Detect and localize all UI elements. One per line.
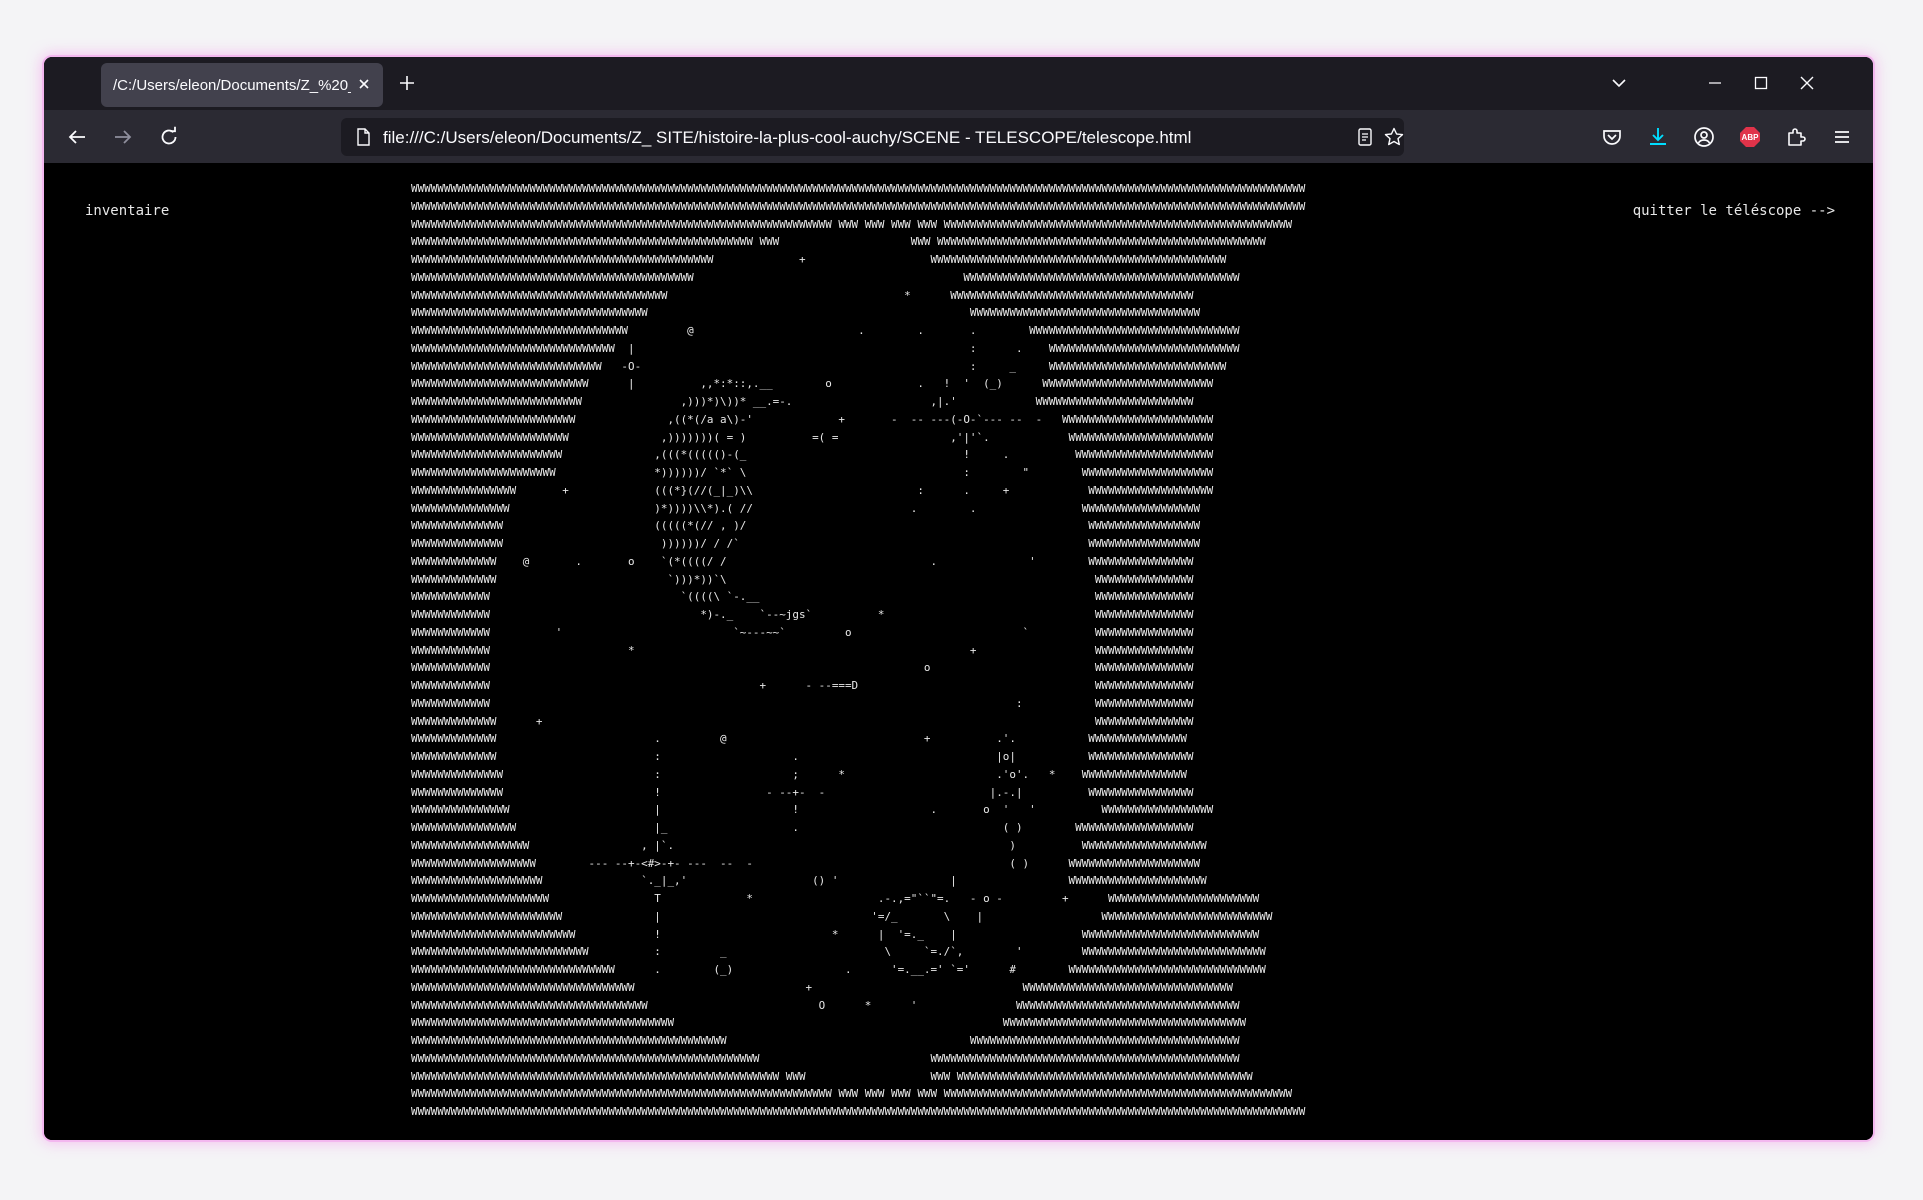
telescope-ascii-art: WWWWWWWWWWWWWWWWWWWWWWWWWWWWWWWWWWWWWWWW… [411, 182, 1306, 1118]
quit-telescope-link[interactable]: quitter le téléscope --> [1633, 203, 1835, 219]
navigation-toolbar: file:///C:/Users/eleon/Documents/Z_ SITE… [44, 110, 1873, 163]
new-tab-plus-icon[interactable] [396, 72, 418, 94]
tab-title: /C:/Users/eleon/Documents/Z_%20_SITE [113, 76, 351, 94]
adblock-label: ABP [1742, 133, 1760, 142]
back-icon[interactable] [65, 125, 89, 149]
close-window-icon[interactable] [1796, 72, 1818, 94]
forward-icon[interactable] [111, 125, 135, 149]
extensions-icon[interactable] [1784, 125, 1808, 149]
account-icon[interactable] [1692, 125, 1716, 149]
close-icon[interactable] [355, 75, 373, 93]
url-text[interactable]: file:///C:/Users/eleon/Documents/Z_ SITE… [383, 128, 1191, 148]
reload-icon[interactable] [157, 125, 181, 149]
menu-icon[interactable] [1830, 125, 1854, 149]
bookmark-star-icon[interactable] [1383, 126, 1405, 148]
list-all-tabs-chevron-icon[interactable] [1608, 72, 1630, 94]
adblock-icon[interactable]: ABP [1738, 125, 1762, 149]
tab-telescope[interactable]: /C:/Users/eleon/Documents/Z_%20_SITE [101, 63, 383, 107]
maximize-icon[interactable] [1750, 72, 1772, 94]
page-content: inventaire quitter le téléscope --> WWWW… [44, 163, 1873, 1140]
pocket-icon[interactable] [1600, 125, 1624, 149]
browser-window: /C:/Users/eleon/Documents/Z_%20_SITE [44, 57, 1873, 1140]
minimize-icon[interactable] [1704, 72, 1726, 94]
page-icon [353, 127, 373, 147]
inventaire-link[interactable]: inventaire [85, 203, 169, 219]
url-bar[interactable]: file:///C:/Users/eleon/Documents/Z_ SITE… [341, 118, 1404, 156]
download-icon[interactable] [1646, 125, 1670, 149]
reader-view-icon[interactable] [1355, 127, 1375, 147]
tab-bar: /C:/Users/eleon/Documents/Z_%20_SITE [44, 57, 1873, 110]
